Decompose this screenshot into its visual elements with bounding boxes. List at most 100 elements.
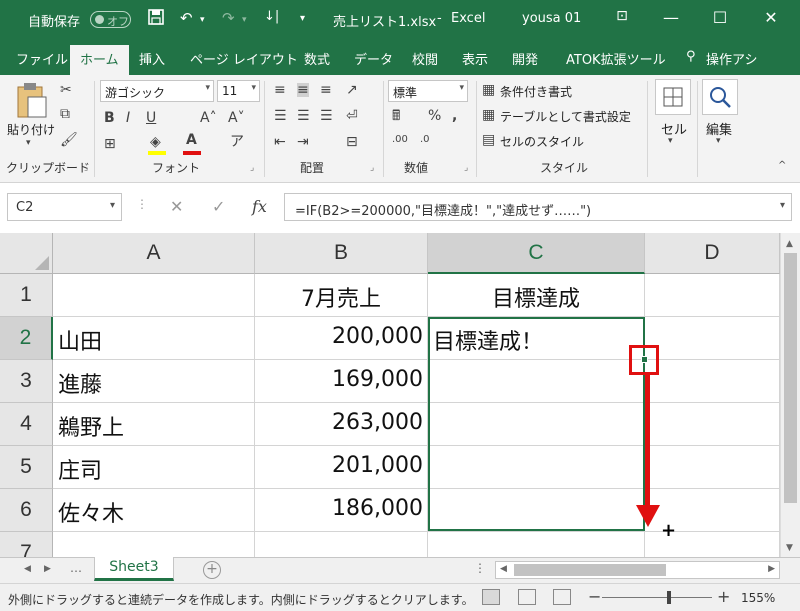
align-right-icon[interactable]: ☰ [320, 109, 333, 123]
column-header-a[interactable]: A [53, 233, 255, 274]
zoom-level[interactable]: 155% [741, 591, 775, 605]
cell-d2[interactable] [645, 317, 780, 360]
column-header-c[interactable]: C [428, 233, 645, 274]
comma-style-icon[interactable]: , [452, 109, 457, 123]
tab-data[interactable]: データ [354, 49, 393, 68]
normal-view-icon[interactable] [482, 589, 500, 605]
align-middle-icon[interactable]: ≡ [297, 83, 309, 97]
sheet-next-icon[interactable]: ▶ [44, 564, 51, 574]
editing-dropdown-icon[interactable]: ▾ [716, 137, 721, 146]
scroll-down-icon[interactable]: ▼ [786, 543, 793, 553]
scroll-up-icon[interactable]: ▲ [786, 239, 793, 249]
row-header-6[interactable]: 6 [0, 489, 53, 532]
format-as-table-button[interactable]: テーブルとして書式設定 [500, 108, 631, 125]
add-sheet-icon[interactable]: + [203, 561, 221, 579]
paste-icon[interactable] [14, 81, 50, 119]
merge-center-icon[interactable]: ⊟ [346, 135, 358, 149]
orientation-icon[interactable]: ↗ [346, 83, 358, 97]
cell-a6[interactable]: 佐々木 [53, 489, 255, 532]
undo-dropdown-icon[interactable]: ▾ [200, 15, 205, 25]
sort-icon[interactable]: ↓| [264, 9, 279, 24]
horizontal-scrollbar[interactable]: ◀ ▶ [495, 561, 780, 579]
cells-icon[interactable] [655, 79, 691, 115]
decrease-indent-icon[interactable]: ⇤ [274, 135, 286, 149]
tab-formulas[interactable]: 数式 [304, 49, 330, 68]
cancel-icon[interactable]: ✕ [170, 197, 183, 216]
cell-d4[interactable] [645, 403, 780, 446]
tab-insert[interactable]: 挿入 [139, 49, 165, 68]
cell-a4[interactable]: 鵜野上 [53, 403, 255, 446]
increase-decimal-icon[interactable]: .00 [392, 135, 408, 145]
zoom-slider[interactable] [602, 597, 712, 598]
tab-file[interactable]: ファイル [16, 49, 68, 68]
cell-a3[interactable]: 進藤 [53, 360, 255, 403]
number-format-box[interactable]: 標準 ▾ [388, 80, 468, 102]
number-launcher-icon[interactable]: ⌟ [464, 163, 468, 173]
cell-c1[interactable]: 目標達成 [428, 274, 645, 317]
currency-icon[interactable]: 🖩 [392, 109, 400, 123]
cell-c2[interactable]: 目標達成！ [428, 317, 645, 360]
row-header-2[interactable]: 2 [0, 317, 53, 360]
align-top-icon[interactable]: ≡ [274, 83, 286, 97]
column-header-b[interactable]: B [255, 233, 428, 274]
cell-d5[interactable] [645, 446, 780, 489]
font-name-box[interactable]: 游ゴシック ▾ [100, 80, 214, 102]
sheet-prev-icon[interactable]: ◀ [24, 564, 31, 574]
horizontal-scroll-thumb[interactable] [514, 564, 666, 576]
cell-b2[interactable]: 200,000 [255, 317, 428, 360]
row-header-1[interactable]: 1 [0, 274, 53, 317]
underline-icon[interactable]: U [146, 111, 156, 125]
cell-c5[interactable] [428, 446, 645, 489]
cell-b1[interactable]: 7月売上 [255, 274, 428, 317]
phonetic-icon[interactable]: ア [230, 135, 244, 149]
cell-b6[interactable]: 186,000 [255, 489, 428, 532]
cell-a2[interactable]: 山田 [53, 317, 255, 360]
tab-view[interactable]: 表示 [462, 49, 488, 68]
cut-icon[interactable]: ✂ [60, 83, 72, 97]
row-header-5[interactable]: 5 [0, 446, 53, 489]
font-launcher-icon[interactable]: ⌟ [250, 163, 254, 173]
copy-icon[interactable]: ⧉ [60, 107, 70, 121]
select-all-corner[interactable] [0, 233, 53, 274]
tab-tell-me[interactable]: 操作アシ [706, 49, 757, 68]
cell-b7[interactable] [255, 532, 428, 557]
redo-icon[interactable]: ↷ [222, 9, 235, 27]
conditional-format-icon[interactable]: ▦ [482, 83, 495, 97]
zoom-slider-thumb[interactable] [667, 591, 671, 604]
format-painter-icon[interactable]: 🖌 [60, 133, 78, 147]
wrap-text-icon[interactable]: ⏎ [346, 109, 358, 123]
enter-icon[interactable]: ✓ [212, 197, 225, 216]
insert-function-icon[interactable]: fx [252, 197, 267, 216]
percent-icon[interactable]: % [428, 109, 441, 123]
tab-split-handle-icon[interactable]: ⋮ [474, 561, 486, 575]
collapse-ribbon-icon[interactable]: ^ [778, 161, 786, 171]
undo-icon[interactable]: ↶ [180, 9, 193, 27]
qat-customize-icon[interactable]: ▾ [300, 13, 305, 24]
column-header-d[interactable]: D [645, 233, 780, 274]
clipboard-launcher-icon[interactable]: ⌟ [84, 163, 88, 173]
row-header-3[interactable]: 3 [0, 360, 53, 403]
cell-a7[interactable] [53, 532, 255, 557]
cell-a1[interactable] [53, 274, 255, 317]
italic-icon[interactable]: I [126, 111, 130, 125]
cell-styles-icon[interactable]: ▤ [482, 133, 495, 147]
tab-home[interactable]: ホーム [70, 45, 129, 75]
bold-icon[interactable]: B [104, 111, 115, 125]
font-shrink-icon[interactable]: A˅ [228, 111, 245, 125]
cell-styles-button[interactable]: セルのスタイル [500, 133, 584, 150]
cell-b5[interactable]: 201,000 [255, 446, 428, 489]
cell-c7[interactable] [428, 532, 645, 557]
cell-b4[interactable]: 263,000 [255, 403, 428, 446]
cell-d3[interactable] [645, 360, 780, 403]
tab-review[interactable]: 校閲 [412, 49, 438, 68]
cell-b3[interactable]: 169,000 [255, 360, 428, 403]
cell-c6[interactable] [428, 489, 645, 532]
alignment-launcher-icon[interactable]: ⌟ [370, 163, 374, 173]
ribbon-display-icon[interactable]: ⊡ [607, 8, 637, 24]
font-grow-icon[interactable]: A˄ [200, 111, 217, 125]
editing-icon[interactable] [702, 79, 738, 115]
tab-page-layout[interactable]: ページ レイアウト [190, 49, 298, 68]
cell-d1[interactable] [645, 274, 780, 317]
page-layout-view-icon[interactable] [518, 589, 536, 605]
align-left-icon[interactable]: ☰ [274, 109, 287, 123]
